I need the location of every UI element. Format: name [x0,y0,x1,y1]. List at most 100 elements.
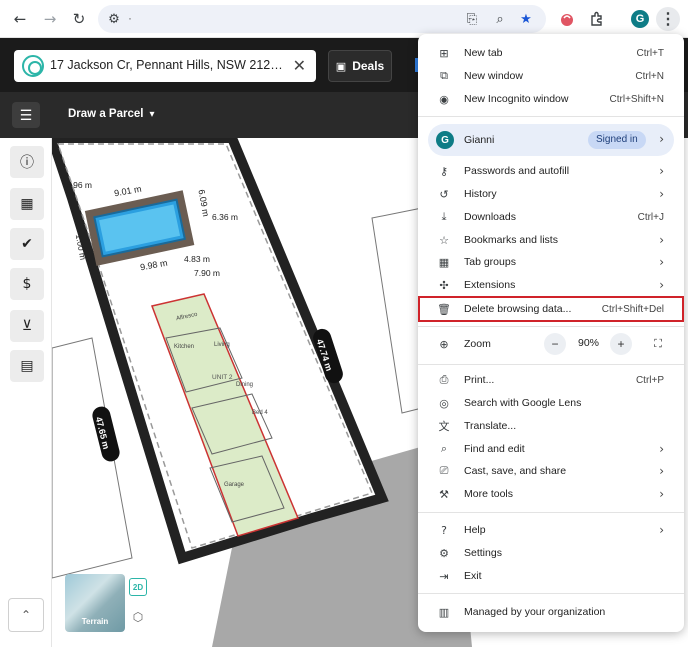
menu-new-incognito[interactable]: ◉ New Incognito window Ctrl+Shift+N [418,88,684,110]
zoom-icon[interactable]: ⌕ [490,10,510,28]
cube-3d-icon[interactable]: ⬡ [129,608,147,626]
document-icon[interactable]: ▤ [10,350,44,382]
chevron-right-icon: › [659,523,664,537]
view-2d-button[interactable]: 2D [129,578,147,596]
menu-new-tab[interactable]: ⊞ New tab Ctrl+T [418,42,684,64]
back-arrow-icon[interactable]: ← [8,7,32,31]
menu-tab-groups[interactable]: ▦ Tab groups › [418,251,684,273]
menu-new-window[interactable]: ⧉ New window Ctrl+N [418,65,684,87]
menu-label: Tab groups [464,256,516,268]
menu-label: Bookmarks and lists [464,234,558,246]
menu-downloads[interactable]: ⤓ Downloads Ctrl+J [418,206,684,228]
unit-label: UNIT 2 [212,374,233,381]
menu-extensions[interactable]: ✣ Extensions › [418,274,684,296]
menu-shortcut: Ctrl+N [635,70,664,82]
highlight-box [418,296,684,322]
room-label: Bed 4 [252,410,268,416]
new-tab-icon: ⊞ [439,46,449,60]
chevron-right-icon: › [659,164,664,178]
menu-label: Downloads [464,211,516,223]
chevron-right-icon: › [659,132,664,146]
check-circle-icon[interactable]: ✔ [10,228,44,260]
menu-label: Search with Google Lens [464,397,582,409]
printer-icon: ⎙ [439,373,449,386]
menu-translate[interactable]: 文 Translate... [418,415,684,437]
address-text: 17 Jackson Cr, Pennant Hills, NSW 2120, … [50,58,286,72]
gear-icon: ⚙ [439,546,449,560]
menu-exit[interactable]: ⇥ Exit [418,565,684,587]
profile-avatar[interactable]: G [631,10,649,28]
menu-separator [418,593,684,594]
extension-icon[interactable] [555,7,579,31]
fullscreen-icon[interactable]: ⛶ [650,336,666,352]
menu-settings[interactable]: ⚙ Settings [418,542,684,564]
menu-label: Translate... [464,420,517,432]
zoom-out-button[interactable]: − [544,333,566,355]
menu-label: Settings [464,547,502,559]
menu-more-tools[interactable]: ⚒ More tools › [418,483,684,505]
menu-label: Passwords and autofill [464,165,570,177]
cart-icon[interactable]: ⊻ [10,310,44,342]
layout-icon[interactable]: ▦ [10,188,44,220]
menu-managed[interactable]: ▥ Managed by your organization [418,601,684,623]
zoom-magnifier-icon: ⊕ [439,337,449,351]
deals-label: Deals [352,59,385,73]
exit-icon: ⇥ [439,569,449,583]
menu-shortcut: Ctrl+Shift+N [609,93,664,105]
reload-icon[interactable]: ↻ [67,7,91,31]
chevron-up-icon[interactable]: ⌃ [8,598,44,632]
terrain-toggle[interactable]: Terrain [65,574,125,632]
chevron-right-icon: › [659,278,664,292]
history-icon: ↺ [439,187,449,201]
deals-button[interactable]: ▣ Deals [328,50,392,82]
profile-avatar: G [436,131,454,149]
new-window-icon: ⧉ [440,69,448,82]
bookmark-star-icon[interactable]: ★ [516,10,536,28]
menu-print[interactable]: ⎙ Print... Ctrl+P [418,369,684,391]
room-label: Living [214,342,230,348]
address-bar[interactable]: ⚙ · ⎘ ⌕ ★ [98,5,546,33]
address-search-box[interactable]: 17 Jackson Cr, Pennant Hills, NSW 2120, … [14,50,316,82]
menu-shortcut: Ctrl+J [637,211,664,223]
menu-separator [418,364,684,365]
install-app-icon[interactable]: ⎘ [462,10,482,28]
menu-label: Find and edit [464,443,525,455]
signed-in-badge: Signed in [588,131,646,149]
puzzle-icon: ✣ [439,278,449,292]
menu-shortcut: Ctrl+P [635,374,664,386]
menu-google-lens[interactable]: ◎ Search with Google Lens [418,392,684,414]
building-icon: ▥ [438,605,450,619]
layers-menu-icon[interactable]: ☰ [12,102,40,128]
menu-history[interactable]: ↺ History › [418,183,684,205]
zoom-in-button[interactable]: + [610,333,632,355]
menu-label: Cast, save, and share [464,465,567,477]
extensions-puzzle-icon[interactable] [585,7,609,31]
menu-profile[interactable]: G Gianni Signed in › [428,124,674,156]
dollar-icon[interactable]: $ [10,268,44,300]
draw-parcel-dropdown[interactable]: Draw a Parcel ▾ [68,108,154,120]
menu-shortcut: Ctrl+T [636,47,665,59]
dim-label: 4.83 m [184,254,210,264]
menu-label: History [464,188,497,200]
menu-separator [418,326,684,327]
menu-label: Help [464,524,486,536]
menu-bookmarks[interactable]: ☆ Bookmarks and lists › [418,229,684,251]
site-settings-icon[interactable]: ⚙ [104,10,124,28]
menu-passwords[interactable]: ⚷ Passwords and autofill › [418,160,684,182]
dim-label: 7.90 m [194,268,220,278]
menu-help[interactable]: ? Help › [418,519,684,541]
menu-label: New tab [464,47,503,59]
forward-arrow-icon[interactable]: → [38,7,62,31]
info-icon[interactable]: ⓘ [10,146,44,178]
room-label: Kitchen [174,344,195,350]
profile-name: Gianni [464,134,495,146]
chrome-menu-kebab-icon[interactable]: ⋮ [656,7,680,31]
menu-find-edit[interactable]: ⌕ Find and edit › [418,438,684,460]
menu-label: Managed by your organization [464,606,606,618]
chevron-right-icon: › [659,442,664,456]
chevron-right-icon: › [659,255,664,269]
clear-address-icon[interactable]: ✕ [293,56,306,76]
menu-cast-save[interactable]: ⎚ Cast, save, and share › [418,460,684,482]
draw-parcel-label: Draw a Parcel [68,108,144,120]
omnibox-text: · [128,11,132,25]
